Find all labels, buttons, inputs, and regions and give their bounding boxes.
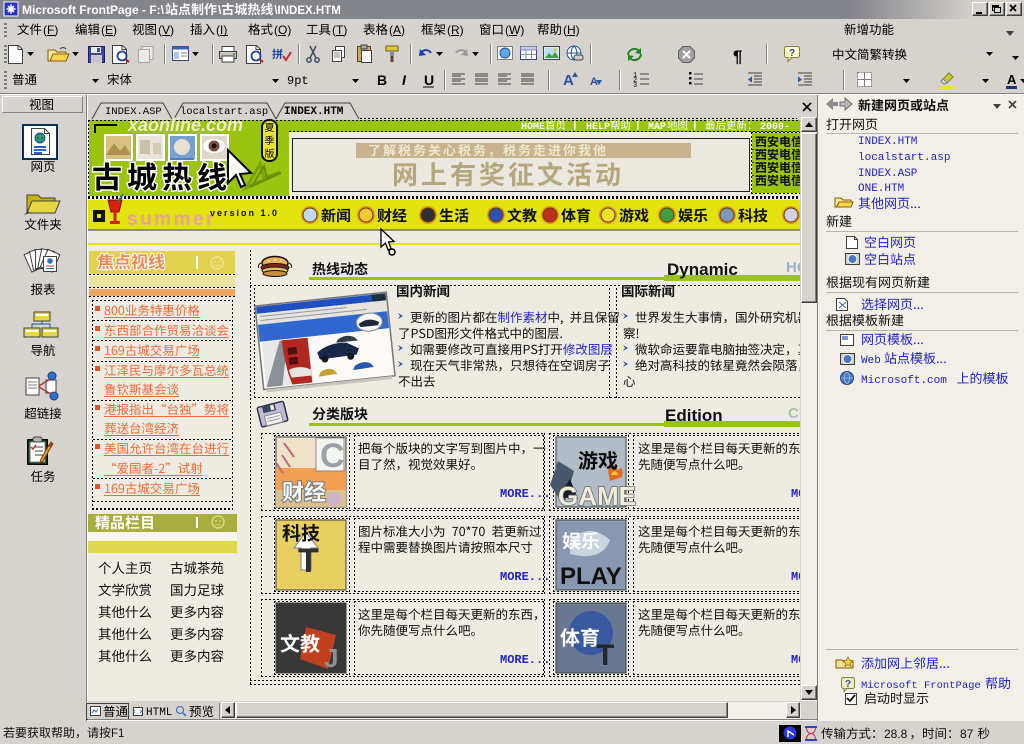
svg-text:version 1.0: version 1.0 <box>210 208 279 218</box>
svg-text:B: B <box>377 72 387 88</box>
svg-text:28.8: 28.8 <box>884 727 908 741</box>
svg-text:Microsoft.com: Microsoft.com <box>861 375 947 387</box>
svg-text:MORE...: MORE... <box>500 570 550 584</box>
svg-text:HOME: HOME <box>521 122 545 133</box>
svg-text:(I): (I) <box>216 23 227 37</box>
svg-text:Microsoft FrontPage - F:\: Microsoft FrontPage - F:\ <box>22 3 165 17</box>
svg-text:T: T <box>596 639 614 672</box>
svg-text:INDEX.HTM: INDEX.HTM <box>284 106 344 118</box>
svg-text:¶: ¶ <box>733 47 742 66</box>
svg-text:T: T <box>298 542 319 580</box>
svg-text:(H): (H) <box>563 23 580 37</box>
svg-text:9pt: 9pt <box>287 74 309 88</box>
svg-text:GAME: GAME <box>558 481 636 511</box>
svg-text:A: A <box>590 76 598 88</box>
svg-text:ONE.HTM: ONE.HTM <box>858 183 904 195</box>
svg-text:(T): (T) <box>332 23 347 37</box>
svg-text:HELP: HELP <box>586 122 610 133</box>
svg-text:\INDEX.HTM: \INDEX.HTM <box>274 5 340 17</box>
svg-text:summer: summer <box>127 209 216 230</box>
svg-text:I: I <box>402 72 407 88</box>
svg-text:A: A <box>563 72 574 89</box>
svg-text:2000-: 2000- <box>760 122 790 133</box>
svg-text:J: J <box>324 643 338 673</box>
svg-text:(E): (E) <box>101 23 117 37</box>
svg-text:?: ? <box>845 679 851 690</box>
svg-text:\: \ <box>218 3 222 17</box>
svg-text:Dynamic: Dynamic <box>667 260 738 279</box>
svg-text:A: A <box>1007 72 1017 87</box>
svg-text:MO: MO <box>791 653 805 667</box>
svg-text:(F): (F) <box>43 23 58 37</box>
svg-text:(W): (W) <box>505 23 524 37</box>
svg-text:(A): (A) <box>389 23 405 37</box>
svg-text:HTML: HTML <box>146 707 172 719</box>
svg-text:HO: HO <box>786 259 809 276</box>
svg-text:Microsoft FrontPage: Microsoft FrontPage <box>861 680 981 692</box>
svg-text:?: ? <box>789 48 795 59</box>
svg-text:(V): (V) <box>158 23 174 37</box>
svg-text:MO: MO <box>791 570 805 584</box>
svg-text:U: U <box>424 72 434 88</box>
svg-text:INDEX.ASP: INDEX.ASP <box>858 168 918 180</box>
svg-text:MO: MO <box>791 487 805 501</box>
svg-text:Cl: Cl <box>788 405 803 422</box>
svg-text:localstart.asp: localstart.asp <box>858 152 950 164</box>
svg-text:MAP: MAP <box>648 122 666 133</box>
svg-text:PLAY: PLAY <box>560 563 622 590</box>
svg-text:F1: F1 <box>111 728 124 740</box>
svg-text:Edition: Edition <box>665 406 723 425</box>
svg-text:MORE...: MORE... <box>500 653 550 667</box>
svg-text:xaonline.com: xaonline.com <box>127 115 243 135</box>
svg-text:Web: Web <box>861 355 881 367</box>
svg-text:INDEX.HTM: INDEX.HTM <box>858 136 917 148</box>
svg-text:C: C <box>320 437 345 475</box>
svg-text:87: 87 <box>960 727 974 741</box>
svg-text:3: 3 <box>633 82 637 90</box>
svg-text:(R): (R) <box>447 23 464 37</box>
svg-text:(O): (O) <box>274 23 291 37</box>
svg-text:MORE...: MORE... <box>500 487 550 501</box>
